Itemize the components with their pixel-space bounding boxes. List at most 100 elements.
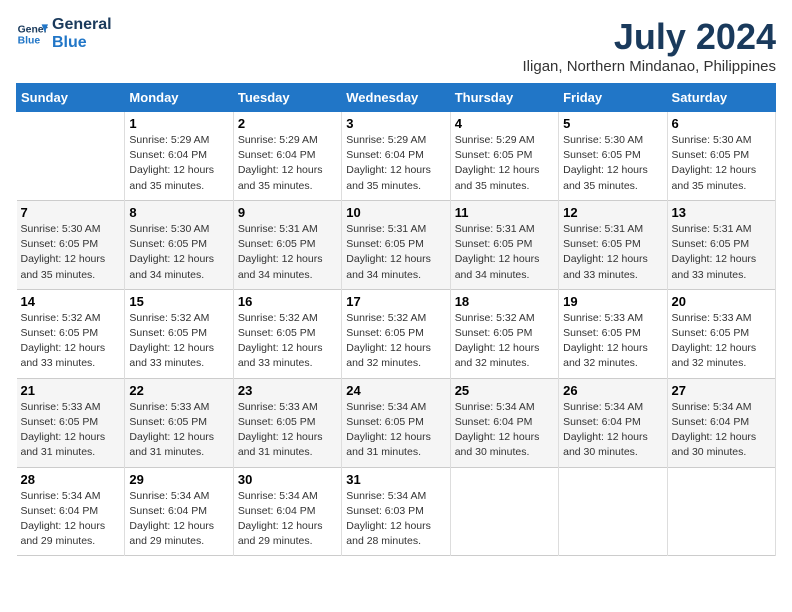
- header-day-sunday: Sunday: [17, 84, 125, 112]
- day-number: 25: [455, 383, 554, 398]
- calendar-week-row: 21 Sunrise: 5:33 AM Sunset: 6:05 PM Dayli…: [17, 378, 776, 467]
- calendar-cell: 13 Sunrise: 5:31 AM Sunset: 6:05 PM Dayli…: [667, 200, 775, 289]
- header-day-friday: Friday: [559, 84, 667, 112]
- day-info: Sunrise: 5:33 AM Sunset: 6:05 PM Dayligh…: [129, 400, 228, 461]
- calendar-cell: 9Sunrise: 5:31 AM Sunset: 6:05 PM Daylig…: [233, 200, 341, 289]
- calendar-week-row: 28Sunrise: 5:34 AM Sunset: 6:04 PM Dayli…: [17, 467, 776, 556]
- day-info: Sunrise: 5:34 AM Sunset: 6:04 PM Dayligh…: [563, 400, 662, 461]
- calendar-cell: 8Sunrise: 5:30 AM Sunset: 6:05 PM Daylig…: [125, 200, 233, 289]
- logo-text-general: General: [52, 16, 112, 34]
- day-info: Sunrise: 5:32 AM Sunset: 6:05 PM Dayligh…: [129, 311, 228, 372]
- day-number: 27: [672, 383, 771, 398]
- day-number: 10: [346, 205, 445, 220]
- day-info: Sunrise: 5:30 AM Sunset: 6:05 PM Dayligh…: [672, 133, 771, 194]
- main-title: July 2024: [523, 16, 776, 58]
- calendar-week-row: 7 Sunrise: 5:30 AM Sunset: 6:05 PM Daylig…: [17, 200, 776, 289]
- day-number: 22: [129, 383, 228, 398]
- calendar-cell: 10 Sunrise: 5:31 AM Sunset: 6:05 PM Dayli…: [342, 200, 450, 289]
- day-info: Sunrise: 5:34 AM Sunset: 6:04 PM Dayligh…: [238, 489, 337, 550]
- day-info: Sunrise: 5:34 AM Sunset: 6:04 PM Dayligh…: [129, 489, 228, 550]
- calendar-table: SundayMondayTuesdayWednesdayThursdayFrid…: [16, 83, 776, 556]
- day-info: Sunrise: 5:31 AM Sunset: 6:05 PM Dayligh…: [563, 222, 662, 283]
- calendar-cell: [450, 467, 558, 556]
- day-number: 30: [238, 472, 337, 487]
- day-number: 17: [346, 294, 445, 309]
- calendar-cell: [667, 467, 775, 556]
- calendar-cell: 24 Sunrise: 5:34 AM Sunset: 6:05 PM Dayli…: [342, 378, 450, 467]
- day-info: Sunrise: 5:34 AM Sunset: 6:03 PM Dayligh…: [346, 489, 445, 550]
- calendar-cell: 7 Sunrise: 5:30 AM Sunset: 6:05 PM Daylig…: [17, 200, 125, 289]
- header-day-tuesday: Tuesday: [233, 84, 341, 112]
- logo-icon: General Blue: [16, 18, 48, 50]
- calendar-cell: [17, 112, 125, 201]
- calendar-cell: [559, 467, 667, 556]
- day-number: 4: [455, 116, 554, 131]
- day-number: 3: [346, 116, 445, 131]
- day-number: 14: [21, 294, 121, 309]
- calendar-cell: 31Sunrise: 5:34 AM Sunset: 6:03 PM Dayli…: [342, 467, 450, 556]
- logo: General Blue General Blue: [16, 16, 112, 51]
- calendar-cell: 4 Sunrise: 5:29 AM Sunset: 6:05 PM Daylig…: [450, 112, 558, 201]
- day-number: 21: [21, 383, 121, 398]
- day-info: Sunrise: 5:31 AM Sunset: 6:05 PM Dayligh…: [455, 222, 554, 283]
- header-day-thursday: Thursday: [450, 84, 558, 112]
- calendar-cell: 19Sunrise: 5:33 AM Sunset: 6:05 PM Dayli…: [559, 289, 667, 378]
- day-info: Sunrise: 5:33 AM Sunset: 6:05 PM Dayligh…: [21, 400, 121, 461]
- day-number: 16: [238, 294, 337, 309]
- header-day-monday: Monday: [125, 84, 233, 112]
- calendar-cell: 27 Sunrise: 5:34 AM Sunset: 6:04 PM Dayli…: [667, 378, 775, 467]
- calendar-cell: 20 Sunrise: 5:33 AM Sunset: 6:05 PM Dayli…: [667, 289, 775, 378]
- calendar-header-row: SundayMondayTuesdayWednesdayThursdayFrid…: [17, 84, 776, 112]
- calendar-cell: 12Sunrise: 5:31 AM Sunset: 6:05 PM Dayli…: [559, 200, 667, 289]
- calendar-cell: 18Sunrise: 5:32 AM Sunset: 6:05 PM Dayli…: [450, 289, 558, 378]
- calendar-cell: 16 Sunrise: 5:32 AM Sunset: 6:05 PM Dayli…: [233, 289, 341, 378]
- calendar-cell: 14 Sunrise: 5:32 AM Sunset: 6:05 PM Dayli…: [17, 289, 125, 378]
- svg-text:Blue: Blue: [18, 35, 41, 46]
- calendar-cell: 1Sunrise: 5:29 AM Sunset: 6:04 PM Daylig…: [125, 112, 233, 201]
- day-info: Sunrise: 5:30 AM Sunset: 6:05 PM Dayligh…: [21, 222, 121, 283]
- calendar-cell: 28Sunrise: 5:34 AM Sunset: 6:04 PM Dayli…: [17, 467, 125, 556]
- calendar-cell: 5 Sunrise: 5:30 AM Sunset: 6:05 PM Daylig…: [559, 112, 667, 201]
- day-info: Sunrise: 5:29 AM Sunset: 6:04 PM Dayligh…: [129, 133, 228, 194]
- day-number: 2: [238, 116, 337, 131]
- day-info: Sunrise: 5:31 AM Sunset: 6:05 PM Dayligh…: [346, 222, 445, 283]
- day-info: Sunrise: 5:32 AM Sunset: 6:05 PM Dayligh…: [238, 311, 337, 372]
- calendar-cell: 11 Sunrise: 5:31 AM Sunset: 6:05 PM Dayli…: [450, 200, 558, 289]
- day-info: Sunrise: 5:31 AM Sunset: 6:05 PM Dayligh…: [238, 222, 337, 283]
- day-number: 18: [455, 294, 554, 309]
- calendar-cell: 29 Sunrise: 5:34 AM Sunset: 6:04 PM Dayli…: [125, 467, 233, 556]
- calendar-cell: 6 Sunrise: 5:30 AM Sunset: 6:05 PM Daylig…: [667, 112, 775, 201]
- day-number: 24: [346, 383, 445, 398]
- day-number: 7: [21, 205, 121, 220]
- day-number: 13: [672, 205, 771, 220]
- day-info: Sunrise: 5:34 AM Sunset: 6:04 PM Dayligh…: [672, 400, 771, 461]
- day-info: Sunrise: 5:29 AM Sunset: 6:04 PM Dayligh…: [346, 133, 445, 194]
- day-info: Sunrise: 5:29 AM Sunset: 6:05 PM Dayligh…: [455, 133, 554, 194]
- title-block: July 2024 Iligan, Northern Mindanao, Phi…: [523, 16, 776, 75]
- logo-text-blue: Blue: [52, 34, 112, 52]
- day-info: Sunrise: 5:30 AM Sunset: 6:05 PM Dayligh…: [563, 133, 662, 194]
- day-info: Sunrise: 5:30 AM Sunset: 6:05 PM Dayligh…: [129, 222, 228, 283]
- day-info: Sunrise: 5:34 AM Sunset: 6:04 PM Dayligh…: [21, 489, 121, 550]
- calendar-cell: 26 Sunrise: 5:34 AM Sunset: 6:04 PM Dayli…: [559, 378, 667, 467]
- calendar-cell: 25Sunrise: 5:34 AM Sunset: 6:04 PM Dayli…: [450, 378, 558, 467]
- subtitle: Iligan, Northern Mindanao, Philippines: [523, 58, 776, 75]
- day-number: 6: [672, 116, 771, 131]
- day-info: Sunrise: 5:33 AM Sunset: 6:05 PM Dayligh…: [238, 400, 337, 461]
- day-number: 20: [672, 294, 771, 309]
- day-info: Sunrise: 5:33 AM Sunset: 6:05 PM Dayligh…: [672, 311, 771, 372]
- day-number: 26: [563, 383, 662, 398]
- calendar-week-row: 14 Sunrise: 5:32 AM Sunset: 6:05 PM Dayli…: [17, 289, 776, 378]
- day-info: Sunrise: 5:31 AM Sunset: 6:05 PM Dayligh…: [672, 222, 771, 283]
- calendar-cell: 23 Sunrise: 5:33 AM Sunset: 6:05 PM Dayli…: [233, 378, 341, 467]
- day-number: 15: [129, 294, 228, 309]
- day-number: 19: [563, 294, 662, 309]
- day-info: Sunrise: 5:32 AM Sunset: 6:05 PM Dayligh…: [21, 311, 121, 372]
- header-day-saturday: Saturday: [667, 84, 775, 112]
- day-number: 11: [455, 205, 554, 220]
- day-number: 23: [238, 383, 337, 398]
- day-info: Sunrise: 5:29 AM Sunset: 6:04 PM Dayligh…: [238, 133, 337, 194]
- day-info: Sunrise: 5:34 AM Sunset: 6:05 PM Dayligh…: [346, 400, 445, 461]
- day-number: 5: [563, 116, 662, 131]
- day-number: 29: [129, 472, 228, 487]
